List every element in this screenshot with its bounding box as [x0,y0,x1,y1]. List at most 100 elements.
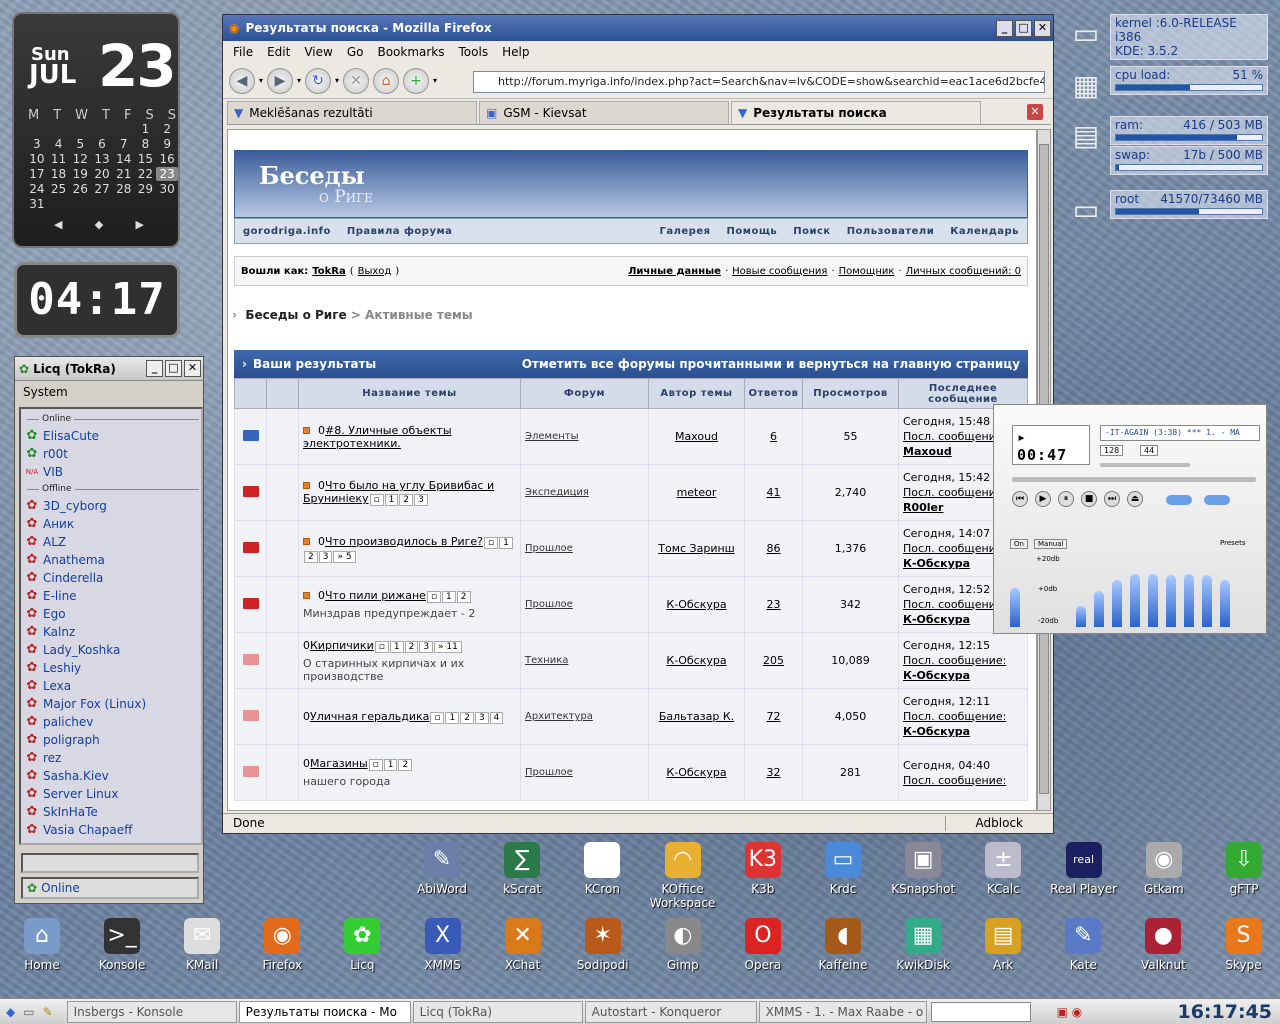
contact-item[interactable]: ✿ E-line [23,587,199,605]
add-bookmark-icon[interactable]: + [403,67,430,94]
page-link[interactable]: » 5 [333,550,356,563]
last-post-author[interactable]: К-Обскура [903,669,970,682]
desktop-icon-abiword[interactable]: ✎ AbiWord [402,842,482,896]
eq-band-slider[interactable] [1130,573,1140,627]
logout-link[interactable]: Выход [358,266,392,277]
page-link[interactable]: 2 [304,550,318,563]
shuffle-button[interactable] [1166,495,1192,505]
last-post-link[interactable]: Посл. сообщение: [903,653,1023,668]
forum-nav-link[interactable]: Галерея [659,226,710,237]
calendar-date[interactable]: 11 [48,152,70,166]
desktop-icon-kwikdisk[interactable]: ▦ KwikDisk [883,918,963,972]
replies-link[interactable]: 6 [744,408,803,465]
calendar-date[interactable]: 10 [26,152,48,166]
desktop-icon-firefox[interactable]: ◉ Firefox [242,918,322,972]
contact-item[interactable]: ✿ rez [23,749,199,767]
contact-item[interactable]: ✿ poligraph [23,731,199,749]
forum-nav-link[interactable]: gorodriga.info [243,226,331,237]
desktop-icon-kate[interactable]: ✎ Kate [1043,918,1123,972]
forum-link[interactable]: Экспедиция [520,464,649,521]
firefox-titlebar[interactable]: ◉ Результаты поиска - Mozilla Firefox _ … [223,15,1053,41]
eq-band-slider[interactable] [1220,579,1230,627]
repeat-button[interactable] [1204,495,1230,505]
desktop-icon-opera[interactable]: O Opera [723,918,803,972]
contact-item[interactable]: ✿ Lexa [23,677,199,695]
taskbar-item[interactable]: Autostart - Konqueror [584,1000,757,1023]
calendar-date[interactable]: 3 [26,137,48,151]
forum-nav-link[interactable]: Правила форума [347,226,453,237]
replies-link[interactable]: 72 [744,688,803,745]
page-link[interactable]: 1 [499,536,513,549]
calendar-date[interactable]: 29 [135,182,157,196]
calendar-date[interactable]: 4 [48,137,70,151]
replies-link[interactable]: 23 [744,576,803,633]
user-link[interactable]: Помощник [839,266,895,277]
calendar-date[interactable]: 13 [91,152,113,166]
menu-go[interactable]: Go [347,45,364,59]
maximize-button[interactable]: □ [1015,19,1032,37]
contact-item[interactable]: ✿ ElisaCute [23,427,199,445]
stop-icon[interactable]: ■ [1081,491,1097,507]
kmenu-icon[interactable]: ◆ [6,1005,15,1019]
taskbar-item[interactable]: Результаты поиска - Mo [238,1000,411,1023]
eq-band-slider[interactable] [1094,590,1104,627]
user-link[interactable]: Новые сообщения [732,266,827,277]
calendar-date[interactable]: 20 [91,167,113,181]
desktop-icon-kaffeine[interactable]: ◖ Kaffeine [803,918,883,972]
eq-band-slider[interactable] [1112,579,1122,627]
licq-titlebar[interactable]: ✿ Licq (TokRa) _ □ ✕ [15,357,203,381]
menu-help[interactable]: Help [502,45,529,59]
maximize-button[interactable]: □ [165,360,182,377]
eq-band-slider[interactable] [1184,573,1194,627]
forum-link[interactable]: Прошлое [520,520,649,577]
forum-nav-link[interactable]: Календарь [950,226,1019,237]
contact-item[interactable]: ✿ Ego [23,605,199,623]
contact-item[interactable]: ✿ Sasha.Kiev [23,767,199,785]
contact-item[interactable]: ✿ Anathema [23,551,199,569]
contact-item[interactable]: ✿ Kalnz [23,623,199,641]
page-link[interactable]: 3 [318,550,333,563]
page-link[interactable]: 2 [460,711,474,724]
calendar-date[interactable]: 30 [156,182,178,196]
column-header[interactable]: Название темы [298,378,521,409]
eq-band-slider[interactable] [1010,588,1020,627]
mark-all-read-link[interactable]: Отметить все форумы прочитанными и верну… [522,357,1020,371]
user-link[interactable]: Личных сообщений: 0 [906,266,1021,277]
tab-active-results[interactable]: ▼ Результаты поиска [731,101,981,124]
contact-item[interactable]: ✿ ALZ [23,533,199,551]
calendar-date[interactable]: 18 [48,167,70,181]
page-link[interactable]: 4 [489,711,504,724]
menu-view[interactable]: View [304,45,332,59]
page-link[interactable]: 1 [383,759,398,771]
author-link[interactable]: К-Обскура [648,632,745,689]
menu-tools[interactable]: Tools [459,45,489,59]
licq-status-selector[interactable]: ✿ Online [21,877,199,899]
desktop-icon-xchat[interactable]: ✕ XChat [483,918,563,972]
calendar-date[interactable]: 15 [135,152,157,166]
contact-item[interactable]: ✿ Lady_Koshka [23,641,199,659]
desktop-icon-konsole[interactable]: >_ Konsole [82,918,162,972]
author-link[interactable]: Maxoud [648,408,745,465]
eq-band-slider[interactable] [1202,575,1212,627]
desktop-icon-ksnapshot[interactable]: ▣ KSnapshot [883,842,963,896]
calendar-date[interactable]: 23 [156,167,178,181]
calendar-today-icon[interactable]: ◆ [95,218,103,231]
replies-link[interactable]: 32 [744,744,803,801]
calendar-date[interactable]: 14 [113,152,135,166]
page-link[interactable]: 2 [399,494,414,506]
back-icon[interactable]: ◀ [229,67,255,94]
topic-title-link[interactable]: Уличная геральдика [310,710,429,723]
page-link[interactable]: 1 [442,591,456,603]
page-link[interactable]: 1 [384,494,399,506]
eject-icon[interactable]: ⏏ [1127,491,1143,507]
forum-link[interactable]: Прошлое [520,744,649,801]
username-link[interactable]: TokRa [312,266,345,277]
licq-menu-system[interactable]: System [15,381,203,403]
page-link[interactable]: 3 [419,640,434,653]
menu-file[interactable]: File [233,45,253,59]
taskbar-item[interactable]: Licq (TokRa) [412,1000,583,1023]
contact-item[interactable]: ✿ r00t [23,445,199,463]
replies-link[interactable]: 41 [744,464,803,521]
last-post-author[interactable]: К-Обскура [903,557,970,570]
calendar-date[interactable]: 6 [91,137,113,151]
